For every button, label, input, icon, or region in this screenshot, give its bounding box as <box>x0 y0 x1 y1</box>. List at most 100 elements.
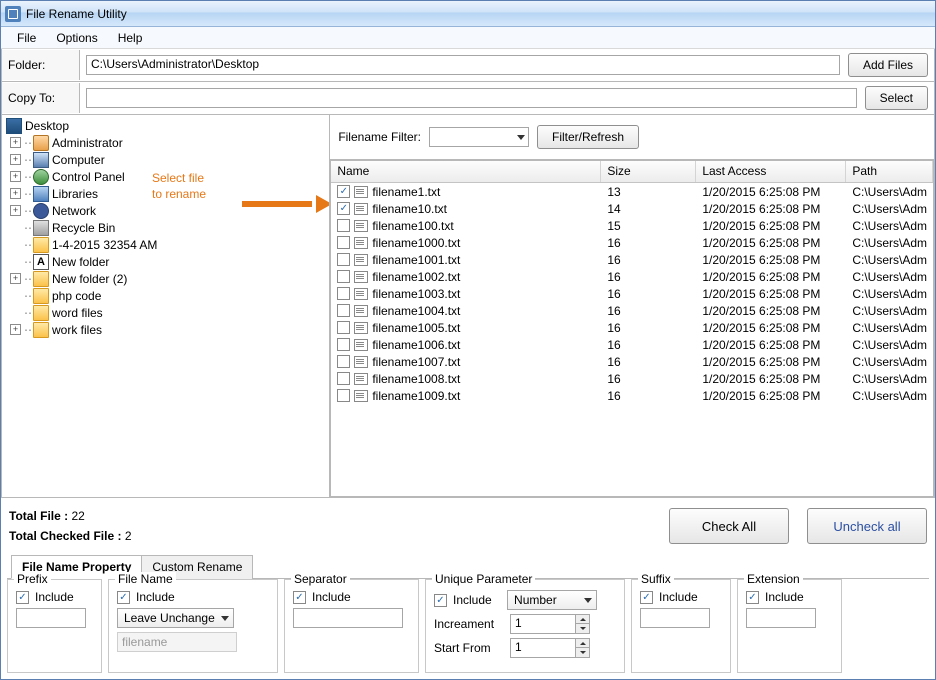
table-row[interactable]: filename1001.txt161/20/2015 6:25:08 PMC:… <box>331 251 933 268</box>
select-button[interactable]: Select <box>865 86 928 110</box>
group-separator: Separator Include <box>284 579 419 673</box>
prefix-include-check[interactable] <box>16 591 29 604</box>
filter-combo[interactable] <box>429 127 529 147</box>
tree-item[interactable]: +⋯New folder (2) <box>4 270 329 287</box>
table-row[interactable]: filename1.txt131/20/2015 6:25:08 PMC:\Us… <box>331 183 933 200</box>
tree-root[interactable]: Desktop <box>4 117 329 134</box>
filename-include-check[interactable] <box>117 591 130 604</box>
separator-include-check[interactable] <box>293 591 306 604</box>
stats-row: Total File : 22 Total Checked File : 2 C… <box>1 498 935 550</box>
unique-include-check[interactable] <box>434 594 447 607</box>
copyto-input[interactable] <box>86 88 857 108</box>
separator-input[interactable] <box>293 608 403 628</box>
table-row[interactable]: filename1005.txt161/20/2015 6:25:08 PMC:… <box>331 319 933 336</box>
startfrom-spinner[interactable]: 1 <box>510 638 590 658</box>
file-last-access: 1/20/2015 6:25:08 PM <box>696 372 846 386</box>
col-path[interactable]: Path <box>846 161 933 182</box>
folder-icon <box>33 305 49 321</box>
folder-tree[interactable]: Desktop +⋯Administrator+⋯Computer+⋯Contr… <box>2 115 330 497</box>
tree-item[interactable]: ⋯1-4-2015 32354 AM <box>4 236 329 253</box>
tree-item[interactable]: ⋯Recycle Bin <box>4 219 329 236</box>
tree-item[interactable]: +⋯Administrator <box>4 134 329 151</box>
expand-icon[interactable]: + <box>10 154 21 165</box>
table-row[interactable]: filename1004.txt161/20/2015 6:25:08 PMC:… <box>331 302 933 319</box>
unique-title: Unique Parameter <box>432 572 535 586</box>
extension-input[interactable] <box>746 608 816 628</box>
tree-item[interactable]: +⋯Computer <box>4 151 329 168</box>
tree-item-label: Administrator <box>52 136 123 150</box>
row-checkbox[interactable] <box>337 253 350 266</box>
row-checkbox[interactable] <box>337 355 350 368</box>
extension-include-check[interactable] <box>746 591 759 604</box>
folder-input[interactable]: C:\Users\Administrator\Desktop <box>86 55 840 75</box>
table-row[interactable]: filename10.txt141/20/2015 6:25:08 PMC:\U… <box>331 200 933 217</box>
window-title: File Rename Utility <box>26 7 127 21</box>
file-name: filename1008.txt <box>372 372 460 386</box>
callout-line1: Select file <box>152 170 206 186</box>
row-checkbox[interactable] <box>337 219 350 232</box>
expand-icon[interactable]: + <box>10 171 21 182</box>
tree-item-label: Libraries <box>52 187 98 201</box>
file-size: 13 <box>601 185 696 199</box>
table-row[interactable]: filename1003.txt161/20/2015 6:25:08 PMC:… <box>331 285 933 302</box>
row-checkbox[interactable] <box>337 372 350 385</box>
separator-include-label: Include <box>312 590 351 604</box>
tree-item[interactable]: ⋯ANew folder <box>4 253 329 270</box>
expand-icon[interactable]: + <box>10 273 21 284</box>
row-checkbox[interactable] <box>337 304 350 317</box>
col-size[interactable]: Size <box>601 161 696 182</box>
table-row[interactable]: filename1007.txt161/20/2015 6:25:08 PMC:… <box>331 353 933 370</box>
uncheck-all-button[interactable]: Uncheck all <box>807 508 927 544</box>
table-row[interactable]: filename1006.txt161/20/2015 6:25:08 PMC:… <box>331 336 933 353</box>
row-checkbox[interactable] <box>337 321 350 334</box>
file-path: C:\Users\Adm <box>846 372 933 386</box>
expand-icon[interactable]: + <box>10 205 21 216</box>
expand-icon[interactable]: + <box>10 188 21 199</box>
col-last-access[interactable]: Last Access <box>696 161 846 182</box>
increment-spinner[interactable]: 1 <box>510 614 590 634</box>
table-row[interactable]: filename1000.txt161/20/2015 6:25:08 PMC:… <box>331 234 933 251</box>
tree-item[interactable]: ⋯word files <box>4 304 329 321</box>
file-last-access: 1/20/2015 6:25:08 PM <box>696 202 846 216</box>
file-path: C:\Users\Adm <box>846 202 933 216</box>
col-name[interactable]: Name <box>331 161 601 182</box>
row-checkbox[interactable] <box>337 338 350 351</box>
file-name: filename1007.txt <box>372 355 460 369</box>
filter-refresh-button[interactable]: Filter/Refresh <box>537 125 639 149</box>
table-row[interactable]: filename100.txt151/20/2015 6:25:08 PMC:\… <box>331 217 933 234</box>
expand-icon[interactable]: + <box>10 137 21 148</box>
suffix-include-check[interactable] <box>640 591 653 604</box>
file-name: filename1001.txt <box>372 253 460 267</box>
annotation-arrow-icon <box>242 195 330 213</box>
file-icon <box>354 254 368 266</box>
file-path: C:\Users\Adm <box>846 185 933 199</box>
add-files-button[interactable]: Add Files <box>848 53 928 77</box>
suffix-input[interactable] <box>640 608 710 628</box>
total-file-value: 22 <box>71 509 84 523</box>
row-checkbox[interactable] <box>337 236 350 249</box>
row-checkbox[interactable] <box>337 270 350 283</box>
row-checkbox[interactable] <box>337 389 350 402</box>
row-checkbox[interactable] <box>337 185 350 198</box>
filename-placeholder-input: filename <box>117 632 237 652</box>
unique-type-select[interactable]: Number <box>507 590 597 610</box>
prefix-input[interactable] <box>16 608 86 628</box>
check-all-button[interactable]: Check All <box>669 508 789 544</box>
menu-file[interactable]: File <box>9 29 44 47</box>
tree-item[interactable]: ⋯php code <box>4 287 329 304</box>
computer-icon <box>33 152 49 168</box>
filename-mode-select[interactable]: Leave Unchange <box>117 608 234 628</box>
table-row[interactable]: filename1009.txt161/20/2015 6:25:08 PMC:… <box>331 387 933 404</box>
tree-root-label: Desktop <box>25 119 69 133</box>
row-checkbox[interactable] <box>337 202 350 215</box>
file-name: filename1002.txt <box>372 270 460 284</box>
row-checkbox[interactable] <box>337 287 350 300</box>
table-row[interactable]: filename1002.txt161/20/2015 6:25:08 PMC:… <box>331 268 933 285</box>
expand-icon[interactable]: + <box>10 324 21 335</box>
table-row[interactable]: filename1008.txt161/20/2015 6:25:08 PMC:… <box>331 370 933 387</box>
menu-options[interactable]: Options <box>48 29 105 47</box>
file-name: filename10.txt <box>372 202 447 216</box>
menu-help[interactable]: Help <box>110 29 151 47</box>
file-size: 16 <box>601 253 696 267</box>
tree-item[interactable]: +⋯work files <box>4 321 329 338</box>
